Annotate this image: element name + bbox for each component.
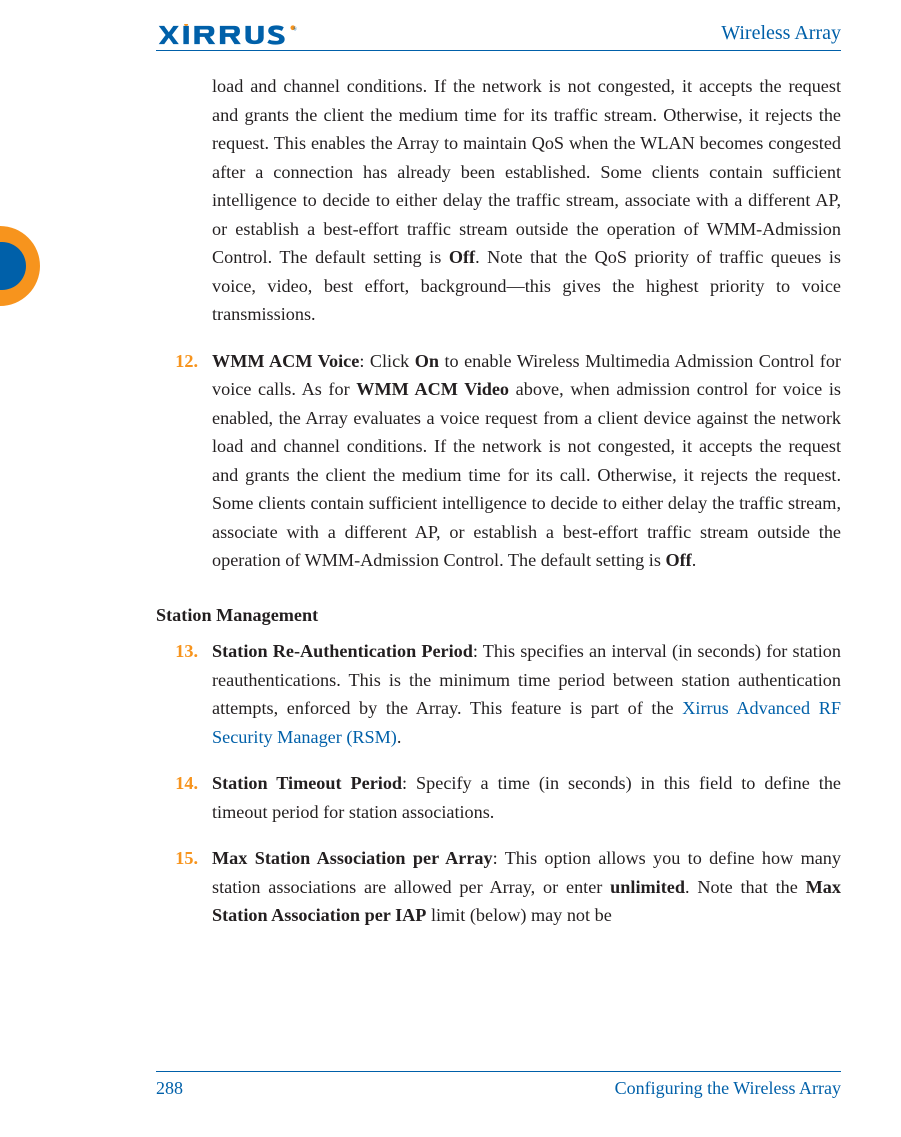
value-on: On	[415, 351, 439, 371]
value-off: Off	[449, 247, 475, 267]
document-title: Wireless Array	[721, 22, 841, 45]
item-title: Station Timeout Period	[212, 773, 402, 793]
body-text: above, when admission control for voice …	[212, 379, 841, 570]
list-item-14: 14. Station Timeout Period: Specify a ti…	[156, 769, 841, 826]
header-rule	[156, 50, 841, 51]
list-item-15: 15. Max Station Association per Array: T…	[156, 844, 841, 930]
item-title: Max Station Association per Array	[212, 848, 493, 868]
body-text: .	[692, 550, 697, 570]
body-text: : Click	[359, 351, 414, 371]
page-number: 288	[156, 1078, 183, 1099]
item-number: 12.	[162, 347, 198, 376]
body-text: load and channel conditions. If the netw…	[212, 76, 841, 267]
body-text: . Note that the	[685, 877, 806, 897]
item-number: 13.	[162, 637, 198, 666]
page-body: load and channel conditions. If the netw…	[156, 72, 841, 948]
page: ® Wireless Array load and channel condit…	[0, 0, 901, 1137]
item-title: Station Re-Authentication Period	[212, 641, 473, 661]
page-header: ® Wireless Array	[0, 24, 901, 60]
item-number: 15.	[162, 844, 198, 873]
chapter-title: Configuring the Wireless Array	[615, 1078, 841, 1099]
ref-wmm-acm-video: WMM ACM Video	[356, 379, 509, 399]
numbered-list: 13. Station Re-Authentication Period: Th…	[156, 637, 841, 930]
value-off: Off	[665, 550, 691, 570]
body-text: .	[397, 727, 402, 747]
list-item-13: 13. Station Re-Authentication Period: Th…	[156, 637, 841, 751]
svg-text:®: ®	[293, 25, 297, 32]
footer-row: 288 Configuring the Wireless Array	[156, 1078, 841, 1099]
footer-rule	[156, 1071, 841, 1072]
item-number: 14.	[162, 769, 198, 798]
vendor-logo: ®	[156, 24, 302, 46]
value-unlimited: unlimited	[610, 877, 685, 897]
list-item-12: 12. WMM ACM Voice: Click On to enable Wi…	[156, 347, 841, 575]
numbered-list: 12. WMM ACM Voice: Click On to enable Wi…	[156, 347, 841, 575]
body-text: limit (below) may not be	[426, 905, 611, 925]
item-title: WMM ACM Voice	[212, 351, 359, 371]
section-heading-station-management: Station Management	[156, 601, 841, 630]
continuation-paragraph: load and channel conditions. If the netw…	[156, 72, 841, 329]
page-footer: 288 Configuring the Wireless Array	[156, 1071, 841, 1099]
